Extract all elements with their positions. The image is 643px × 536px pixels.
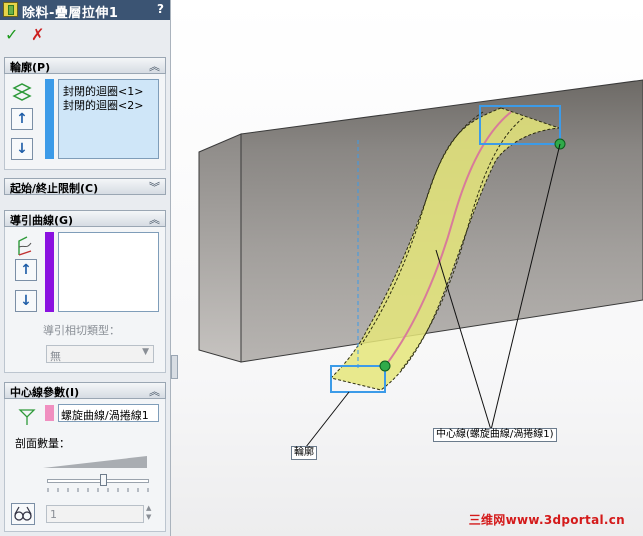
- ok-button[interactable]: ✓: [5, 25, 18, 44]
- profile-icon: [12, 83, 32, 101]
- start-end-section-title: 起始/終止限制(C): [10, 182, 99, 195]
- move-up-button[interactable]: ↑: [15, 259, 37, 281]
- profiles-section-body: ↑ ↓ 封閉的迴圈<1> 封閉的迴圈<2>: [4, 74, 166, 170]
- list-item[interactable]: 封閉的迴圈<2>: [63, 97, 143, 113]
- sections-slider-track[interactable]: [47, 479, 149, 483]
- profile-color-swatch: [45, 79, 54, 159]
- start-end-section-header[interactable]: 起始/終止限制(C) ︾: [4, 178, 166, 195]
- guides-section-header[interactable]: 導引曲線(G) ︽: [4, 210, 166, 227]
- help-button[interactable]: ?: [157, 2, 164, 16]
- sections-ramp-indicator: [43, 456, 147, 468]
- chevron-up-icon[interactable]: ︽: [149, 211, 160, 227]
- sections-spin-field[interactable]: 1: [46, 505, 144, 523]
- guides-list[interactable]: [58, 232, 159, 312]
- chevron-up-icon[interactable]: ︽: [149, 383, 160, 399]
- guides-section-title: 導引曲線(G): [10, 214, 74, 227]
- tangency-type-select[interactable]: 無 ▼: [46, 345, 154, 363]
- spin-arrows-icon[interactable]: ▲ ▼: [146, 504, 151, 522]
- centerline-value: 螺旋曲線/渦捲線1: [61, 409, 149, 422]
- centerline-section-title: 中心線參數(I): [10, 386, 80, 399]
- centerline-color-swatch: [45, 405, 54, 421]
- title-bar: 除料-疊層拉伸1 ?: [0, 0, 170, 21]
- guides-section-body: ↑ ↓ 導引相切類型： 無 ▼: [4, 227, 166, 373]
- move-down-button[interactable]: ↓: [11, 138, 33, 160]
- cancel-button[interactable]: ✗: [31, 25, 44, 44]
- guide-color-swatch: [45, 232, 54, 312]
- sections-slider-thumb[interactable]: [99, 474, 107, 486]
- centerline-icon: [18, 409, 36, 425]
- chevron-up-icon[interactable]: ︽: [149, 58, 160, 74]
- centerline-section-body: 螺旋曲線/渦捲線1 剖面數量： 1 ▲ ▼: [4, 399, 166, 532]
- watermark: 三维网www.3dportal.cn: [468, 513, 625, 527]
- feature-title: 除料-疊層拉伸1: [22, 6, 119, 21]
- slider-ticks: [47, 488, 149, 492]
- model-view[interactable]: [171, 0, 643, 536]
- sections-count-label: 剖面數量：: [15, 437, 70, 450]
- graphics-viewport[interactable]: 輪廓 中心線(螺旋曲線/渦捲線1) 三维网www.3dportal.cn: [171, 0, 643, 536]
- dropdown-arrow-icon[interactable]: ▼: [142, 347, 149, 357]
- move-down-button[interactable]: ↓: [15, 290, 37, 312]
- tangency-type-value: 無: [50, 350, 61, 363]
- profile-callout[interactable]: 輪廓: [291, 446, 317, 460]
- profiles-section-header[interactable]: 輪廓(P) ︽: [4, 57, 166, 74]
- centerline-field[interactable]: 螺旋曲線/渦捲線1: [58, 404, 159, 422]
- sections-spin-value: 1: [50, 508, 57, 521]
- glasses-icon: [14, 506, 32, 521]
- property-manager-panel: 除料-疊層拉伸1 ? ✓ ✗ 輪廓(P) ︽ ↑ ↓ 封閉的迴圈<1> 封閉的迴…: [0, 0, 171, 536]
- panel-collapse-handle[interactable]: [171, 355, 178, 379]
- profiles-list[interactable]: 封閉的迴圈<1> 封閉的迴圈<2>: [58, 79, 159, 159]
- profiles-section-title: 輪廓(P): [10, 61, 51, 74]
- move-up-button[interactable]: ↑: [11, 108, 33, 130]
- guide-curve-icon: [18, 236, 32, 256]
- loft-cut-icon: [3, 2, 18, 17]
- centerline-section-header[interactable]: 中心線參數(I) ︽: [4, 382, 166, 399]
- tangency-type-label: 導引相切類型：: [43, 324, 120, 337]
- action-row: ✓ ✗: [0, 22, 170, 50]
- chevron-down-icon[interactable]: ︾: [149, 179, 160, 195]
- show-sections-button[interactable]: [11, 503, 35, 525]
- centerline-callout[interactable]: 中心線(螺旋曲線/渦捲線1): [433, 428, 557, 442]
